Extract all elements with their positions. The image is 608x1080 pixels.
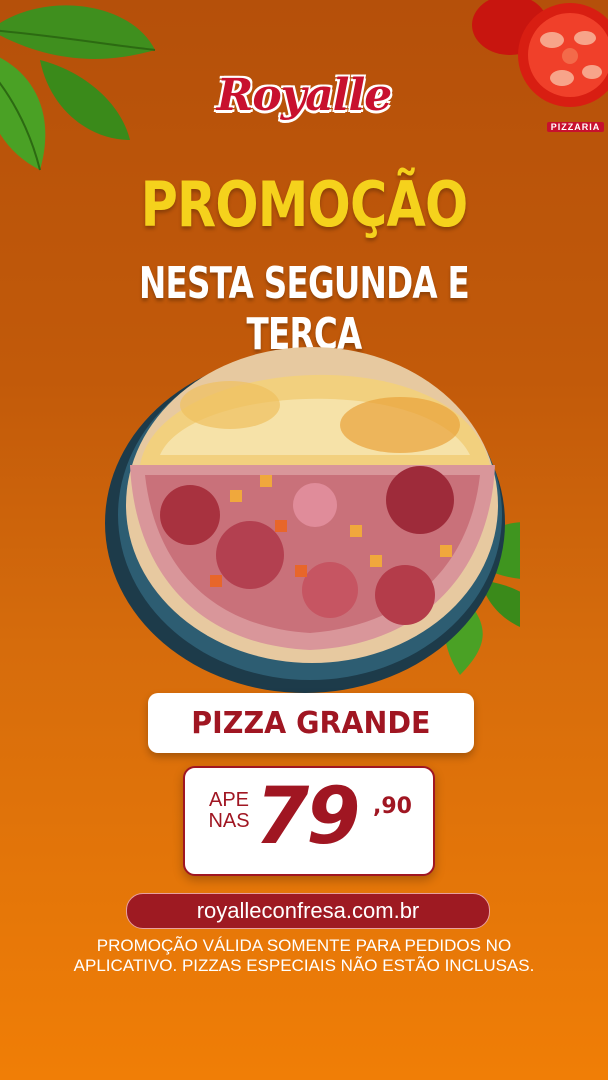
price-box: APE NAS 79 ,90: [183, 766, 435, 876]
brand-subtitle: PIZZARIA: [546, 122, 605, 132]
disclaimer-line2: APLICATIVO. PIZZAS ESPECIAIS NÃO ESTÃO I…: [73, 956, 535, 975]
pizza-photo: [105, 347, 520, 693]
size-label: PIZZA GRANDE: [191, 705, 431, 741]
brand-logo: Royalle PIZZARIA: [0, 70, 608, 132]
disclaimer: PROMOÇÃO VÁLIDA SOMENTE PARA PEDIDOS NO …: [20, 936, 588, 976]
headline-promo: PROMOÇÃO: [140, 168, 469, 241]
size-label-pill: PIZZA GRANDE: [148, 693, 474, 753]
website-link[interactable]: royalleconfresa.com.br: [197, 898, 420, 924]
brand-name: Royalle: [216, 70, 392, 121]
website-pill[interactable]: royalleconfresa.com.br: [126, 893, 490, 929]
disclaimer-line1: PROMOÇÃO VÁLIDA SOMENTE PARA PEDIDOS NO: [96, 936, 512, 955]
price-prefix-line1: APE: [208, 789, 250, 811]
price-whole: 79: [255, 772, 361, 862]
price-prefix: APE NAS: [203, 790, 255, 832]
price-prefix-line2: NAS: [208, 810, 250, 832]
price-cents: ,90: [373, 794, 412, 819]
